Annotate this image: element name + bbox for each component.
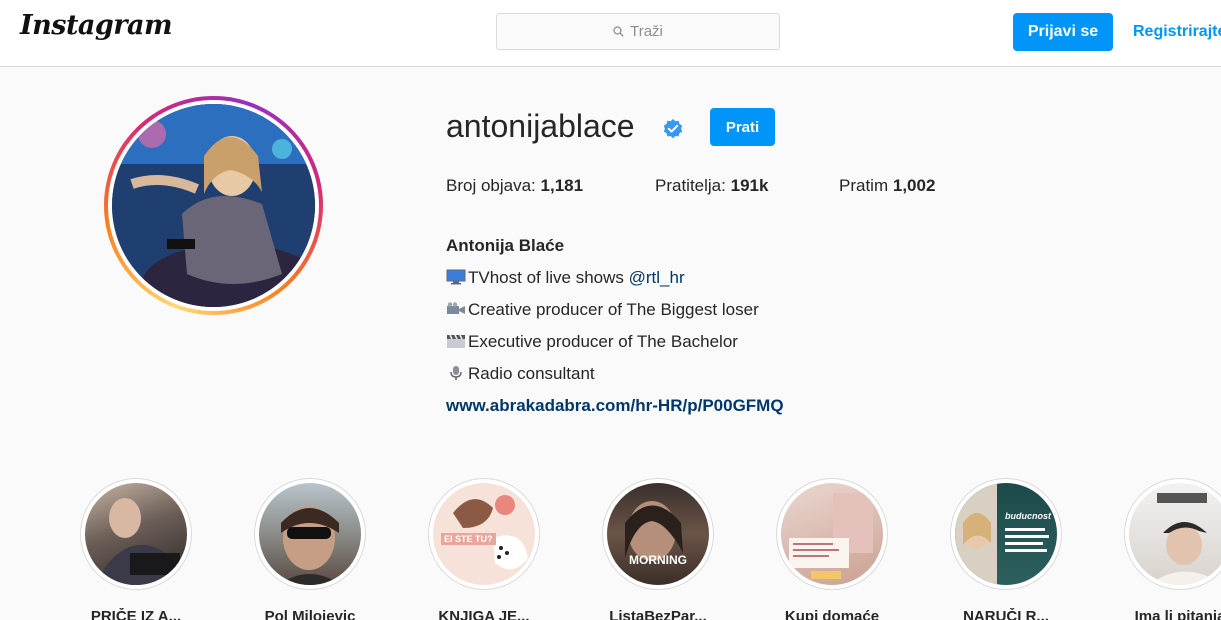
highlight-cover [259, 483, 361, 585]
microphone-icon [450, 366, 462, 380]
mention-link[interactable]: @rtl_hr [629, 268, 685, 287]
highlight-label: Ima li pitanja [1134, 608, 1221, 620]
highlight-cover-text: buducnost [1005, 511, 1051, 521]
bio-line: Executive producer of The Bachelor [446, 326, 784, 358]
highlight-label: Kupi domaće [784, 608, 880, 620]
video-camera-icon [447, 302, 465, 314]
login-button[interactable]: Prijavi se [1013, 13, 1113, 51]
clapperboard-icon [447, 334, 465, 348]
highlight-label: NARUČI R... [963, 608, 1049, 620]
highlight-cover: EI STE TU? [433, 483, 535, 585]
search-placeholder: Traži [630, 23, 663, 40]
highlight-cover: buducnost [955, 483, 1057, 585]
highlight-label: ListaBezPar... [609, 608, 707, 620]
highlight-item[interactable]: EI STE TU? KNJIGA JE... [428, 478, 540, 620]
highlight-item[interactable]: PRIČE IZ A... [80, 478, 192, 620]
bio-line: Radio consultant [446, 358, 784, 390]
posts-count: Broj objava: 1,181 [446, 176, 584, 195]
profile-bio: Antonija Blaće TVhost of live shows @rtl… [446, 230, 784, 422]
follow-button[interactable]: Prati [710, 108, 775, 146]
search-icon [613, 26, 624, 37]
profile-website-link[interactable]: www.abrakadabra.com/hr-HR/p/P00GFMQ [446, 390, 784, 422]
highlight-label: Pol Milojevic [264, 608, 356, 620]
story-ring[interactable] [104, 96, 323, 315]
tv-icon [446, 269, 466, 285]
instagram-logo[interactable]: Instagram [20, 10, 173, 41]
verified-badge-icon [663, 119, 683, 139]
highlight-item[interactable]: MORNING ListaBezPar... [602, 478, 714, 620]
highlight-item[interactable]: Kupi domaće [776, 478, 888, 620]
highlight-item[interactable]: Ima li pitanja [1124, 478, 1221, 620]
search-input[interactable]: Traži [496, 13, 780, 50]
highlight-item[interactable]: buducnost NARUČI R... [950, 478, 1062, 620]
highlight-cover [1129, 483, 1221, 585]
highlight-label: PRIČE IZ A... [90, 608, 182, 620]
profile-full-name: Antonija Blaće [446, 236, 565, 255]
profile-avatar[interactable] [112, 104, 315, 307]
highlight-label: KNJIGA JE... [438, 608, 530, 620]
following-count[interactable]: Pratim 1,002 [839, 176, 935, 196]
bio-line: Creative producer of The Biggest loser [446, 294, 784, 326]
bio-line: TVhost of live shows @rtl_hr [446, 262, 784, 294]
highlight-item[interactable]: Pol Milojevic [254, 478, 366, 620]
highlight-cover-text: MORNING [629, 553, 687, 567]
story-highlights: PRIČE IZ A... Pol Milojevic EI STE TU? K… [0, 478, 1221, 620]
highlight-cover-text: EI STE TU? [441, 533, 496, 545]
followers-count[interactable]: Pratitelja: 191k [655, 176, 768, 196]
highlight-cover [85, 483, 187, 585]
register-link[interactable]: Registrirajte se [1133, 23, 1221, 41]
highlight-cover: MORNING [607, 483, 709, 585]
top-navigation-bar: Instagram Traži Prijavi se Registrirajte… [0, 0, 1221, 67]
profile-username: antonijablace [446, 108, 635, 144]
highlight-cover [781, 483, 883, 585]
